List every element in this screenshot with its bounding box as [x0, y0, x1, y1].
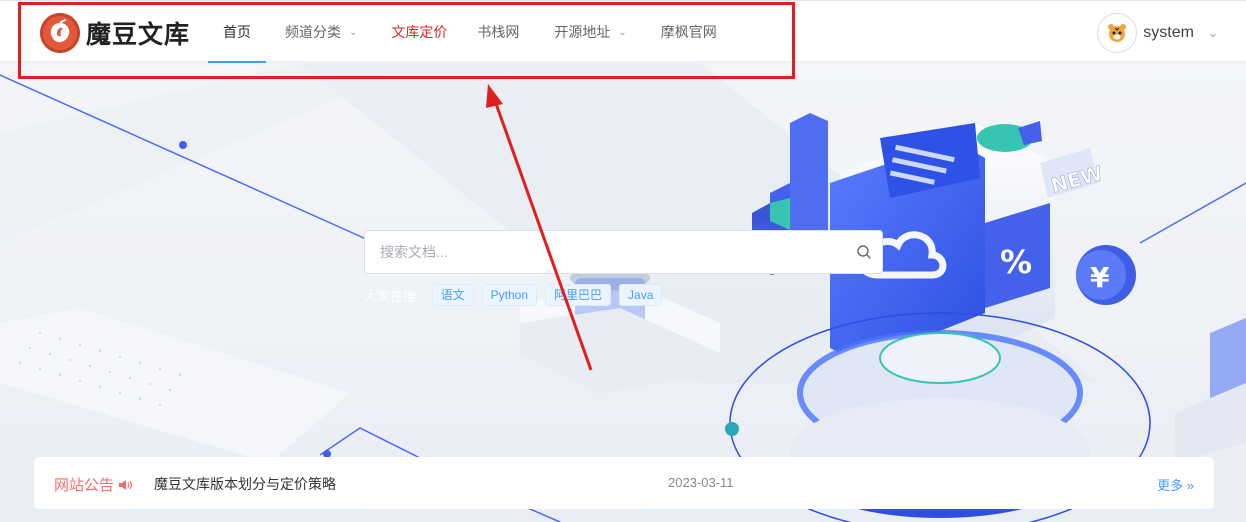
more-link[interactable]: 更多 »	[1157, 475, 1194, 494]
search-box	[364, 230, 883, 274]
hot-searches: 大家在搜: 语文 Python 阿里巴巴 Java	[364, 284, 670, 306]
nav-mofeng-label: 摩枫官网	[660, 24, 717, 40]
hot-tag[interactable]: 语文	[431, 284, 474, 306]
nav-pricing-label: 文库定价	[391, 24, 448, 40]
hot-tag[interactable]: Python	[481, 284, 537, 306]
hot-tag[interactable]: Java	[619, 284, 663, 306]
chevron-down-icon: ⌄	[349, 26, 358, 38]
username: system	[1143, 24, 1194, 41]
search-icon[interactable]	[856, 244, 872, 265]
svg-text:%: %	[1000, 243, 1032, 281]
bean-logo-icon	[40, 13, 80, 53]
nav-home[interactable]: 首页	[208, 1, 266, 63]
announcement-bar: 网站公告 魔豆文库版本划分与定价策略 2023-03-11 更多 »	[34, 457, 1214, 509]
logo[interactable]: 魔豆文库	[40, 13, 190, 53]
search-input[interactable]	[365, 231, 835, 273]
user-menu[interactable]: system ⌄	[1097, 13, 1218, 53]
hot-tag[interactable]: 阿里巴巴	[545, 284, 612, 306]
chevron-down-icon: ⌄	[618, 26, 627, 38]
nav-channel-label: 频道分类	[285, 24, 341, 40]
nav-bookstack[interactable]: 书栈网	[477, 1, 519, 63]
announcement-title: 网站公告	[54, 474, 134, 495]
speaker-icon	[119, 479, 133, 490]
nav-home-label: 首页	[223, 24, 251, 40]
nav-open-source[interactable]: 开源地址 ⌄	[554, 1, 626, 63]
chevron-down-icon: ⌄	[1207, 26, 1218, 40]
main-nav: 首页 频道分类 ⌄ 文库定价 书栈网 开源地址 ⌄ 摩枫官网	[208, 1, 717, 63]
announcement-link[interactable]: 魔豆文库版本划分与定价策略	[154, 474, 336, 494]
nav-bookstack-label: 书栈网	[477, 24, 520, 40]
nav-mofeng-site[interactable]: 摩枫官网	[661, 1, 717, 63]
hot-searches-label: 大家在搜:	[364, 288, 420, 304]
nav-channel-categories[interactable]: 频道分类 ⌄	[285, 1, 357, 63]
top-navbar: 魔豆文库 首页 频道分类 ⌄ 文库定价 书栈网 开源地址 ⌄ 摩枫官网 syst…	[0, 0, 1246, 63]
nav-open-source-label: 开源地址	[554, 24, 611, 40]
announcement-title-text: 网站公告	[54, 477, 115, 494]
svg-text:¥: ¥	[1090, 261, 1110, 294]
announcement-date: 2023-03-11	[668, 475, 734, 490]
brand-name: 魔豆文库	[86, 20, 191, 49]
tiger-avatar-icon[interactable]	[1097, 13, 1138, 53]
nav-pricing[interactable]: 文库定价	[391, 1, 447, 63]
